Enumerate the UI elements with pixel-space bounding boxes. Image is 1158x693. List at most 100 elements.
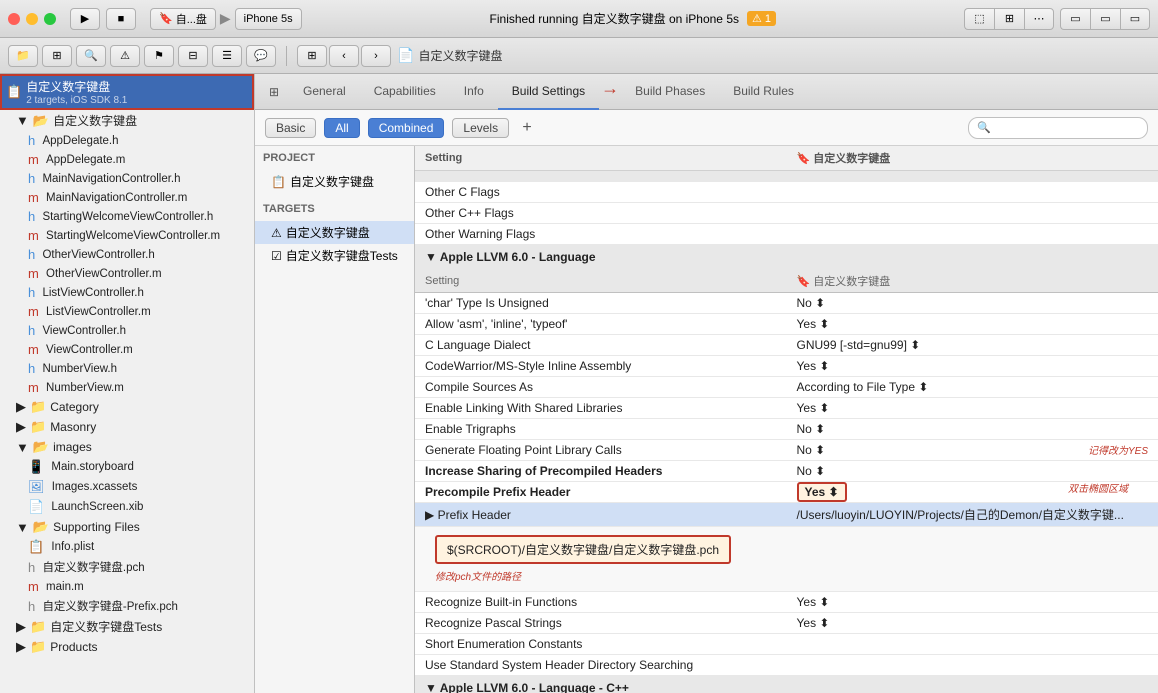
row-other-c-flags: Other C Flags xyxy=(415,182,1158,203)
sidebar-item-list-m[interactable]: m ListViewController.m xyxy=(0,302,254,321)
device-selector[interactable]: iPhone 5s xyxy=(235,8,302,30)
project-icon: 📋 xyxy=(6,84,22,100)
row-recognize-pascal: Recognize Pascal Strings Yes ⬍ xyxy=(415,613,1158,634)
filter-combined-btn[interactable]: Combined xyxy=(368,118,445,138)
tab-capabilities[interactable]: Capabilities xyxy=(360,74,450,110)
utilities-button[interactable]: ▭ xyxy=(1120,8,1150,30)
sidebar-item-custom-pch[interactable]: h 自定义数字键盘.pch xyxy=(0,557,254,577)
tab-general[interactable]: General xyxy=(289,74,360,110)
setting-short-enum: Short Enumeration Constants xyxy=(415,634,787,655)
filter-all-btn[interactable]: All xyxy=(324,118,359,138)
project-item[interactable]: 📋 自定义数字键盘 xyxy=(255,170,414,193)
add-filter-button[interactable]: + xyxy=(517,118,537,138)
sidebar-item-startingwelcome-m[interactable]: m StartingWelcomeViewController.m xyxy=(0,226,254,245)
main-layout: 📋 自定义数字键盘 2 targets, iOS SDK 8.1 ▼ 📂 自定义… xyxy=(0,74,1158,693)
list-icon[interactable]: ☰ xyxy=(212,45,242,67)
target-item-tests[interactable]: ☑ 自定义数字键盘Tests xyxy=(255,244,414,267)
grid-icon[interactable]: ⊞ xyxy=(42,45,72,67)
sidebar-item-mainnav-m[interactable]: m MainNavigationController.m xyxy=(0,188,254,207)
stop-button[interactable]: ■ xyxy=(106,8,136,30)
section-apple-llvm-language[interactable]: ▼ Apple LLVM 6.0 - Language ← xyxy=(415,245,1158,270)
sidebar-item-startingwelcome-h[interactable]: h StartingWelcomeViewController.h xyxy=(0,207,254,226)
sidebar-item-main-m[interactable]: m main.m xyxy=(0,577,254,596)
flag-icon[interactable]: ⚑ xyxy=(144,45,174,67)
sidebar-group-supporting[interactable]: ▼ 📂 Supporting Files xyxy=(0,517,254,537)
play-button[interactable]: ▶ xyxy=(70,8,100,30)
filter-basic-btn[interactable]: Basic xyxy=(265,118,316,138)
project-header: PROJECT xyxy=(255,146,414,170)
maximize-button[interactable] xyxy=(44,13,56,25)
version-editor-button[interactable]: ⋯ xyxy=(1024,8,1054,30)
row-generate-fp: Generate Floating Point Library Calls No… xyxy=(415,440,1158,461)
section-apple-llvm-cpp[interactable]: ▼ Apple LLVM 6.0 - Language - C++ xyxy=(415,676,1158,693)
tab-build-settings[interactable]: Build Settings xyxy=(498,74,599,110)
col-value-header: 🔖 自定义数字键盘 xyxy=(787,146,1158,171)
tab-build-rules[interactable]: Build Rules xyxy=(719,74,808,110)
tab-build-phases[interactable]: Build Phases xyxy=(621,74,719,110)
row-enable-linking: Enable Linking With Shared Libraries Yes… xyxy=(415,398,1158,419)
search-input[interactable] xyxy=(968,117,1148,139)
standard-editor-button[interactable]: ⬚ xyxy=(964,8,994,30)
sidebar-item-other-m[interactable]: m OtherViewController.m xyxy=(0,264,254,283)
assistant-editor-button[interactable]: ⊞ xyxy=(994,8,1024,30)
setting-c-language-dialect: C Language Dialect xyxy=(415,335,787,356)
annotation-double-click: 双击椭圆区域 xyxy=(1068,480,1128,495)
sidebar-item-launchscreen[interactable]: 📄 LaunchScreen.xib xyxy=(0,497,254,517)
sidebar-group-images[interactable]: ▼ 📂 images xyxy=(0,437,254,457)
project-root-item[interactable]: 📋 自定义数字键盘 2 targets, iOS SDK 8.1 xyxy=(0,74,254,110)
scheme-target[interactable]: 🔖 自...盘 xyxy=(150,8,216,30)
sidebar-item-prefix-pch[interactable]: h 自定义数字键盘-Prefix.pch xyxy=(0,596,254,616)
folder-icon[interactable]: 📁 xyxy=(8,45,38,67)
forward-button[interactable]: › xyxy=(361,45,391,67)
sidebar-item-info-plist[interactable]: 📋 Info.plist xyxy=(0,537,254,557)
back-button[interactable]: ‹ xyxy=(329,45,359,67)
sidebar-item-appdelegate-m[interactable]: m AppDelegate.m xyxy=(0,150,254,169)
setting-other-c-flags: Other C Flags xyxy=(415,182,787,203)
value-precompile-prefix: Yes ⬍ 双击椭圆区域 xyxy=(787,482,1158,503)
sidebar-item-xcassets[interactable]: 🖼 Images.xcassets xyxy=(0,477,254,497)
settings-table-area: Setting 🔖 自定义数字键盘 Other C Flags xyxy=(415,146,1158,693)
value-recognize-builtin: Yes ⬍ xyxy=(787,592,1158,613)
sidebar-toggle-icon[interactable]: ⊞ xyxy=(259,85,289,99)
annotation-yes: 记得改为YES xyxy=(1088,442,1148,457)
pch-value-highlight[interactable]: $(SRCROOT)/自定义数字键盘/自定义数字键盘.pch xyxy=(435,535,731,564)
precompile-value-highlight[interactable]: Yes ⬍ xyxy=(797,482,847,502)
filter-icon[interactable]: ⊟ xyxy=(178,45,208,67)
filter-levels-btn[interactable]: Levels xyxy=(452,118,509,138)
target-item-main[interactable]: ⚠ 自定义数字键盘 xyxy=(255,221,414,244)
sidebar-item-appdelegate-h[interactable]: h AppDelegate.h xyxy=(0,131,254,150)
sidebar-item-mainnav-h[interactable]: h MainNavigationController.h xyxy=(0,169,254,188)
debug-button[interactable]: ▭ xyxy=(1090,8,1120,30)
editor-toggle[interactable]: ⊞ xyxy=(297,45,327,67)
navigator-button[interactable]: ▭ xyxy=(1060,8,1090,30)
sidebar-item-numberview-m[interactable]: m NumberView.m xyxy=(0,378,254,397)
sidebar-item-numberview-h[interactable]: h NumberView.h xyxy=(0,359,254,378)
titlebar: ▶ ■ 🔖 自...盘 ▶ iPhone 5s Finished running… xyxy=(0,0,1158,38)
arrow-annotation: → xyxy=(601,78,619,99)
sidebar-group-category[interactable]: ▶ 📁 Category xyxy=(0,397,254,417)
traffic-lights xyxy=(8,13,56,25)
setting-codewarrior: CodeWarrior/MS-Style Inline Assembly xyxy=(415,356,787,377)
pre-section-label xyxy=(415,171,1158,182)
search-icon[interactable]: 🔍 xyxy=(76,45,106,67)
sidebar-group-main[interactable]: ▼ 📂 自定义数字键盘 xyxy=(0,110,254,131)
row-char-unsigned: 'char' Type Is Unsigned No ⬍ xyxy=(415,293,1158,314)
sidebar-item-view-m[interactable]: m ViewController.m xyxy=(0,340,254,359)
minimize-button[interactable] xyxy=(26,13,38,25)
sidebar-group-tests[interactable]: ▶ 📁 自定义数字键盘Tests xyxy=(0,616,254,637)
sidebar-item-view-h[interactable]: h ViewController.h xyxy=(0,321,254,340)
sidebar-item-list-h[interactable]: h ListViewController.h xyxy=(0,283,254,302)
sidebar-group-products[interactable]: ▶ 📁 Products xyxy=(0,637,254,657)
tab-info[interactable]: Info xyxy=(450,74,498,110)
row-increase-sharing: Increase Sharing of Precompiled Headers … xyxy=(415,461,1158,482)
close-button[interactable] xyxy=(8,13,20,25)
sidebar-item-other-h[interactable]: h OtherViewController.h xyxy=(0,245,254,264)
comment-icon[interactable]: 💬 xyxy=(246,45,276,67)
row-precompile-prefix: Precompile Prefix Header Yes ⬍ 双击椭圆区域 xyxy=(415,482,1158,503)
sidebar-item-main-storyboard[interactable]: 📱 Main.storyboard xyxy=(0,457,254,477)
row-pch-input: $(SRCROOT)/自定义数字键盘/自定义数字键盘.pch 修改pch文件的路… xyxy=(415,527,1158,592)
setting-generate-fp: Generate Floating Point Library Calls xyxy=(415,440,787,461)
warning-icon[interactable]: ⚠ xyxy=(110,45,140,67)
sidebar-group-masonry[interactable]: ▶ 📁 Masonry xyxy=(0,417,254,437)
sub-col-setting: Setting xyxy=(415,270,787,293)
